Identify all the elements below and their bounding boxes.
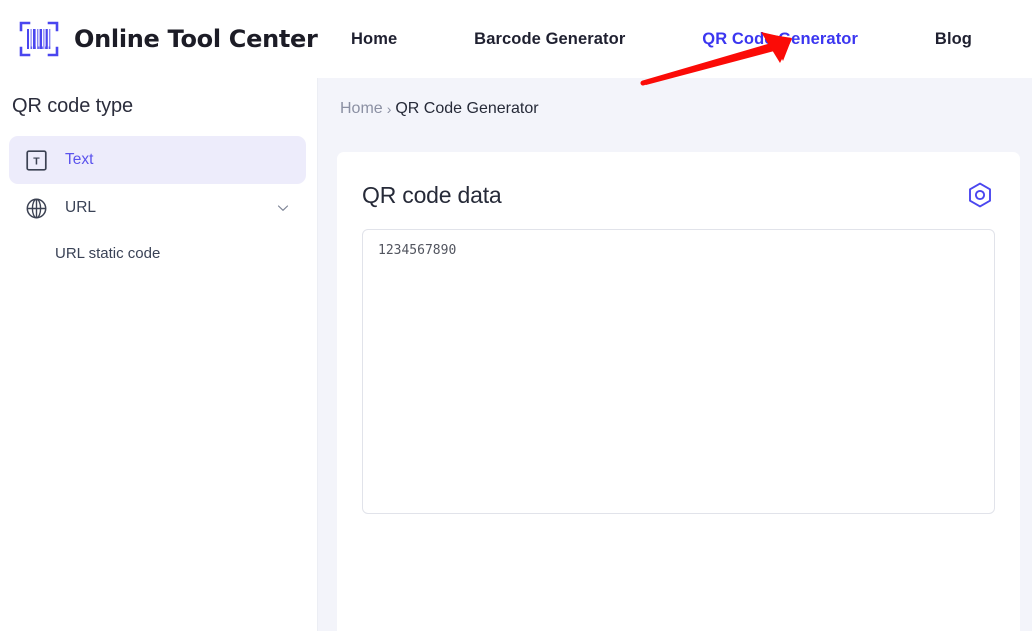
sidebar-title: QR code type [12,95,134,117]
sidebar-subitem-url-static-code[interactable]: URL static code [0,232,317,262]
nav-item-blog[interactable]: Blog [935,30,972,49]
sidebar-item-label-url: URL [65,199,97,216]
sidebar-item-url[interactable]: URL [9,184,306,232]
barcode-scan-icon [17,17,61,61]
nav-item-qr-code-generator[interactable]: QR Code Generator [702,30,858,49]
brand-name: Online Tool Center [74,25,318,53]
qr-type-list: T Text URL URL static code [0,136,317,262]
brand-logo[interactable]: Online Tool Center [17,17,318,61]
page-root: Online Tool Center Home Barcode Generato… [0,0,1032,631]
card-header: QR code data [337,152,1020,210]
svg-text:T: T [33,155,40,167]
sidebar-item-text[interactable]: T Text [9,136,306,184]
qr-data-textarea[interactable]: 1234567890 [362,229,995,514]
card-title: QR code data [362,181,502,208]
sidebar-item-label-text: Text [65,151,94,168]
hexagon-target-icon[interactable] [965,180,995,210]
breadcrumb-home[interactable]: Home [340,100,383,118]
nav-item-home[interactable]: Home [351,30,397,49]
content-area: Home › QR Code Generator QR code data 12… [318,78,1032,631]
breadcrumb-separator-icon: › [386,101,392,117]
breadcrumb-current: QR Code Generator [395,100,539,117]
breadcrumb: Home › QR Code Generator [340,100,1032,118]
chevron-down-icon[interactable] [276,201,290,215]
body-area: QR code type T Text URL URL static code … [0,78,1032,631]
main-nav: Home Barcode Generator QR Code Generator… [317,30,1032,49]
qr-data-card: QR code data 1234567890 [337,152,1020,631]
text-box-icon: T [24,148,48,172]
site-header: Online Tool Center Home Barcode Generato… [0,0,1032,78]
globe-icon [24,196,48,220]
sidebar: QR code type T Text URL URL static code [0,78,318,631]
nav-item-barcode-generator[interactable]: Barcode Generator [474,30,625,49]
qr-data-value: 1234567890 [378,243,457,258]
